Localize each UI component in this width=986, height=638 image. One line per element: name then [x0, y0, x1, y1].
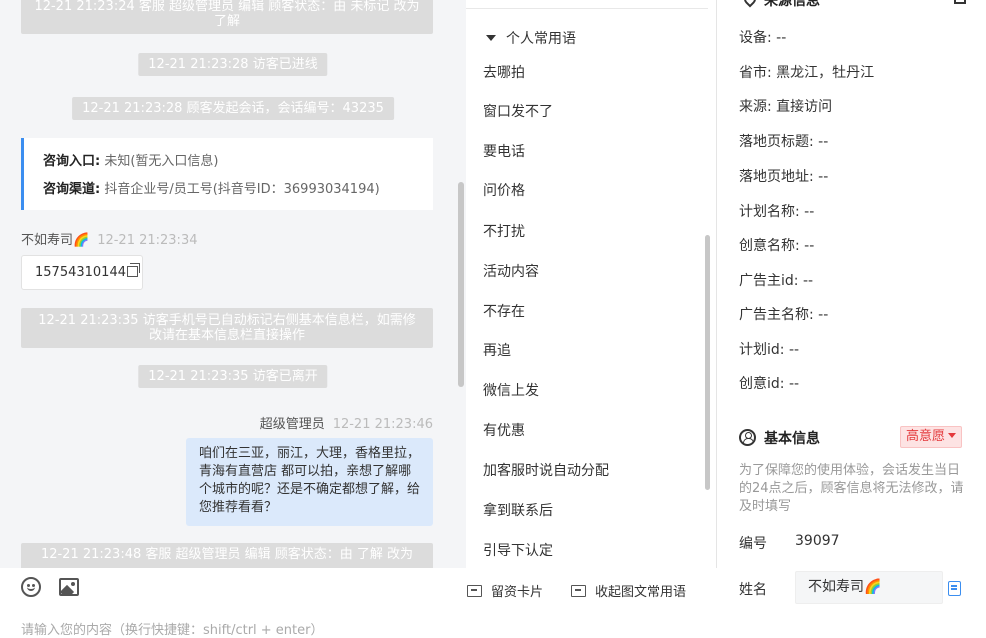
quick-reply-item[interactable]: 不打扰 [483, 221, 525, 241]
system-message-status-change: 12-21 21:23:24 客服 超级管理员 编辑 顾客状态：由 未标记 改为… [21, 0, 433, 34]
quick-reply-item[interactable]: 有优惠 [483, 420, 525, 440]
quick-reply-item[interactable]: 不存在 [483, 301, 525, 321]
basic-info-title: 基本信息 [739, 428, 820, 448]
quick-reply-item[interactable]: 问价格 [483, 180, 525, 200]
quick-reply-item[interactable]: 微信上发 [483, 380, 539, 400]
agent-message-bubble: 咱们在三亚，丽江，大理，香格里拉，青海有直营店 都可以拍，亲想了解哪个城市的呢？… [186, 438, 433, 526]
chat-scrollbar[interactable] [458, 182, 464, 387]
message-input-area: 留资卡片 收起图文常用语 请输入您的内容（换行快捷键：shift/ctrl + … [0, 568, 717, 638]
document-icon[interactable] [948, 581, 961, 596]
field-advertiser-name: 广告主名称: -- [739, 307, 829, 323]
lead-card-label: 留资卡片 [491, 585, 544, 600]
visitor-message-header: 不如寿司🌈 12-21 21:23:34 [21, 229, 197, 248]
edit-icon[interactable] [954, 0, 966, 4]
visitor-phone-bubble: 15754310144 [21, 255, 143, 290]
field-plan-name: 计划名称: -- [739, 204, 815, 220]
field-advertiser-id: 广告主id: -- [739, 273, 814, 289]
customer-name-field[interactable]: 不如寿司🌈 [795, 571, 943, 604]
quick-reply-item[interactable]: 窗口发不了 [483, 101, 553, 121]
system-message-status-change-2: 12-21 21:23:48 客服 超级管理员 编辑 顾客状态：由 了解 改为 [21, 543, 433, 568]
quick-reply-item[interactable]: 去哪拍 [483, 62, 525, 82]
emoji-icon[interactable] [21, 577, 41, 597]
customer-name-label: 姓名 [739, 582, 767, 598]
system-message-visitor-enter: 12-21 21:23:28 访客已进线 [138, 53, 328, 76]
quick-reply-item[interactable]: 拿到联系后 [483, 500, 553, 520]
copy-icon[interactable] [126, 263, 140, 277]
consult-entry-value: 未知(暂无入口信息) [104, 154, 219, 169]
system-message-session-start: 12-21 21:23:28 顾客发起会话，会话编号：43235 [72, 97, 394, 120]
consult-entry-label: 咨询入口: [43, 154, 101, 169]
edit-deadline-notice: 为了保障您的使用体验，会话发生当日的24点之后，顾客信息将无法修改，请及时填写 [739, 463, 964, 514]
location-pin-icon [741, 0, 759, 8]
quick-reply-item[interactable]: 加客服时说自动分配 [483, 460, 609, 480]
agent-message-time: 12-21 21:23:46 [332, 417, 433, 432]
field-landing-title: 落地页标题: -- [739, 134, 829, 150]
message-card-icon [571, 585, 586, 597]
intent-level-dropdown[interactable]: 高意愿 [900, 426, 963, 448]
divider [466, 8, 708, 9]
field-creative-name: 创意名称: -- [739, 238, 815, 254]
field-source: 来源: 直接访问 [739, 99, 833, 115]
lead-card-button[interactable]: 留资卡片 [467, 581, 543, 600]
quick-reply-item[interactable]: 要电话 [483, 141, 525, 161]
chat-panel: 12-21 21:23:24 客服 超级管理员 编辑 顾客状态：由 未标记 改为… [0, 0, 466, 568]
system-message-phone-marked: 12-21 21:23:35 访客手机号已自动标记右侧基本信息栏，如需修改请在基… [21, 308, 433, 348]
consult-info-card: 咨询入口: 未知(暂无入口信息) 咨询渠道: 抖音企业号/员工号(抖音号ID：3… [21, 138, 433, 210]
customer-id-value: 39097 [795, 533, 840, 549]
quick-reply-group-label: 个人常用语 [506, 31, 576, 47]
customer-info-panel: 来源信息 设备: -- 省市: 黑龙江，牡丹江 来源: 直接访问 落地页标题: … [718, 0, 986, 633]
source-info-title: 来源信息 [741, 0, 820, 10]
collapse-phrases-button[interactable]: 收起图文常用语 [571, 581, 686, 600]
agent-message-header: 超级管理员 12-21 21:23:46 [260, 413, 433, 432]
field-plan-id: 计划id: -- [739, 342, 800, 358]
quick-replies-panel: 个人常用语 去哪拍 窗口发不了 要电话 问价格 不打扰 活动内容 不存在 再追 … [466, 0, 717, 568]
quick-reply-group-toggle[interactable]: 个人常用语 [486, 28, 576, 48]
field-device: 设备: -- [739, 30, 787, 46]
user-icon [739, 429, 756, 446]
consult-channel-value: 抖音企业号/员工号(抖音号ID：36993034194) [104, 182, 380, 197]
collapse-phrases-label: 收起图文常用语 [595, 585, 687, 600]
field-creative-id: 创意id: -- [739, 376, 800, 392]
quick-replies-scrollbar[interactable] [705, 235, 710, 490]
consult-channel-label: 咨询渠道: [43, 182, 101, 197]
message-input[interactable]: 请输入您的内容（换行快捷键：shift/ctrl + enter） [21, 619, 324, 638]
visitor-name: 不如寿司🌈 [21, 233, 90, 248]
caret-down-icon [948, 433, 957, 438]
agent-name: 超级管理员 [259, 417, 325, 432]
image-icon[interactable] [59, 578, 79, 596]
quick-reply-item[interactable]: 再追 [483, 340, 511, 360]
visitor-phone-number: 15754310144 [35, 265, 126, 280]
field-landing-url: 落地页地址: -- [739, 169, 829, 185]
field-region: 省市: 黑龙江，牡丹江 [739, 65, 875, 81]
intent-level-label: 高意愿 [906, 429, 946, 444]
customer-id-label: 编号 [739, 536, 767, 552]
visitor-message-time: 12-21 21:23:34 [97, 233, 198, 248]
caret-down-icon [486, 35, 496, 41]
quick-reply-item[interactable]: 引导下认定 [483, 540, 553, 560]
message-card-icon [467, 585, 482, 597]
system-message-visitor-left: 12-21 21:23:35 访客已离开 [138, 365, 328, 388]
quick-reply-item[interactable]: 活动内容 [483, 261, 539, 281]
